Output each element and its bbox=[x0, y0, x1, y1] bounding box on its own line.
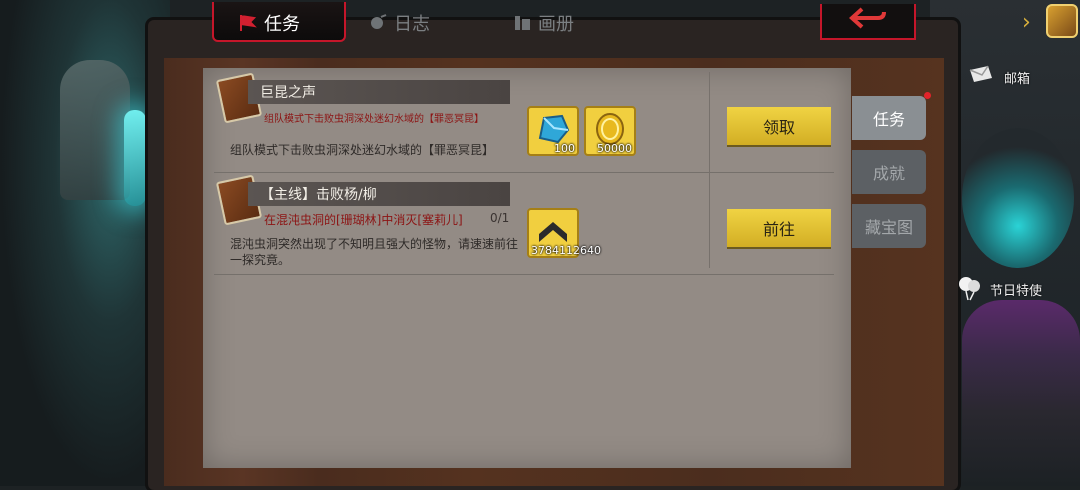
top-tab-bar: 任务 日志 画册 bbox=[150, 0, 950, 44]
quest-description: 混沌虫洞突然出现了不知明且强大的怪物，请速速前往一探究竟。 bbox=[230, 237, 519, 267]
reward-amount: 3784112640 bbox=[531, 244, 601, 257]
side-tab-achievements[interactable]: 成就 bbox=[852, 150, 926, 194]
column-divider bbox=[709, 72, 710, 268]
go-button[interactable]: 前往 bbox=[727, 209, 831, 247]
festival-envoy-character[interactable] bbox=[962, 300, 1080, 486]
back-button[interactable] bbox=[820, 4, 916, 40]
reward-crystal[interactable]: 100 bbox=[527, 106, 579, 156]
quest-description: 组队模式下击败虫洞深处迷幻水域的【罪恶冥昆】 bbox=[230, 143, 495, 157]
quest-objective: 组队模式下击败虫洞深处迷幻水域的【罪恶冥昆】 bbox=[264, 114, 484, 125]
balloon-icon bbox=[956, 274, 984, 306]
chest-shortcut-icon[interactable] bbox=[1046, 4, 1078, 38]
quest-flag-icon bbox=[238, 13, 258, 33]
event-envoy-label: 节日特使 bbox=[990, 284, 1043, 299]
reward-rank[interactable]: 3784112640 bbox=[527, 208, 601, 258]
tab-quests[interactable]: 任务 bbox=[238, 6, 300, 40]
reward-amount: 100 bbox=[554, 142, 575, 155]
expand-arrow-icon[interactable]: › bbox=[1022, 10, 1031, 35]
journal-icon bbox=[368, 13, 388, 33]
tab-label: 画册 bbox=[538, 14, 574, 35]
album-icon bbox=[512, 13, 532, 33]
statue-decoration bbox=[60, 60, 130, 200]
tab-album[interactable]: 画册 bbox=[512, 6, 574, 40]
mail-icon[interactable] bbox=[968, 64, 994, 88]
reward-amount: 50000 bbox=[597, 142, 632, 155]
reward-gold[interactable]: 50000 bbox=[584, 106, 636, 156]
quest-title: 巨昆之声 bbox=[248, 80, 510, 104]
quest-objective: 在混沌虫洞的[珊瑚林]中消灭[塞莉儿] bbox=[264, 213, 463, 227]
event-portal-art[interactable] bbox=[962, 128, 1074, 268]
tab-label: 日志 bbox=[394, 14, 430, 35]
claim-button[interactable]: 领取 bbox=[727, 107, 831, 145]
side-tab-quests[interactable]: 任务 bbox=[852, 96, 926, 140]
back-arrow-icon bbox=[848, 5, 888, 37]
quest-title: 【主线】击败杨/柳 bbox=[248, 182, 510, 206]
notification-badge bbox=[924, 92, 931, 99]
tab-label: 任务 bbox=[264, 14, 300, 35]
quest-progress: 0/1 bbox=[490, 211, 510, 225]
side-tab-treasure-map[interactable]: 藏宝图 bbox=[852, 204, 926, 248]
glowing-crystal-decoration bbox=[124, 110, 146, 206]
mailbox-label: 邮箱 bbox=[1004, 72, 1031, 87]
tab-journal[interactable]: 日志 bbox=[368, 6, 430, 40]
